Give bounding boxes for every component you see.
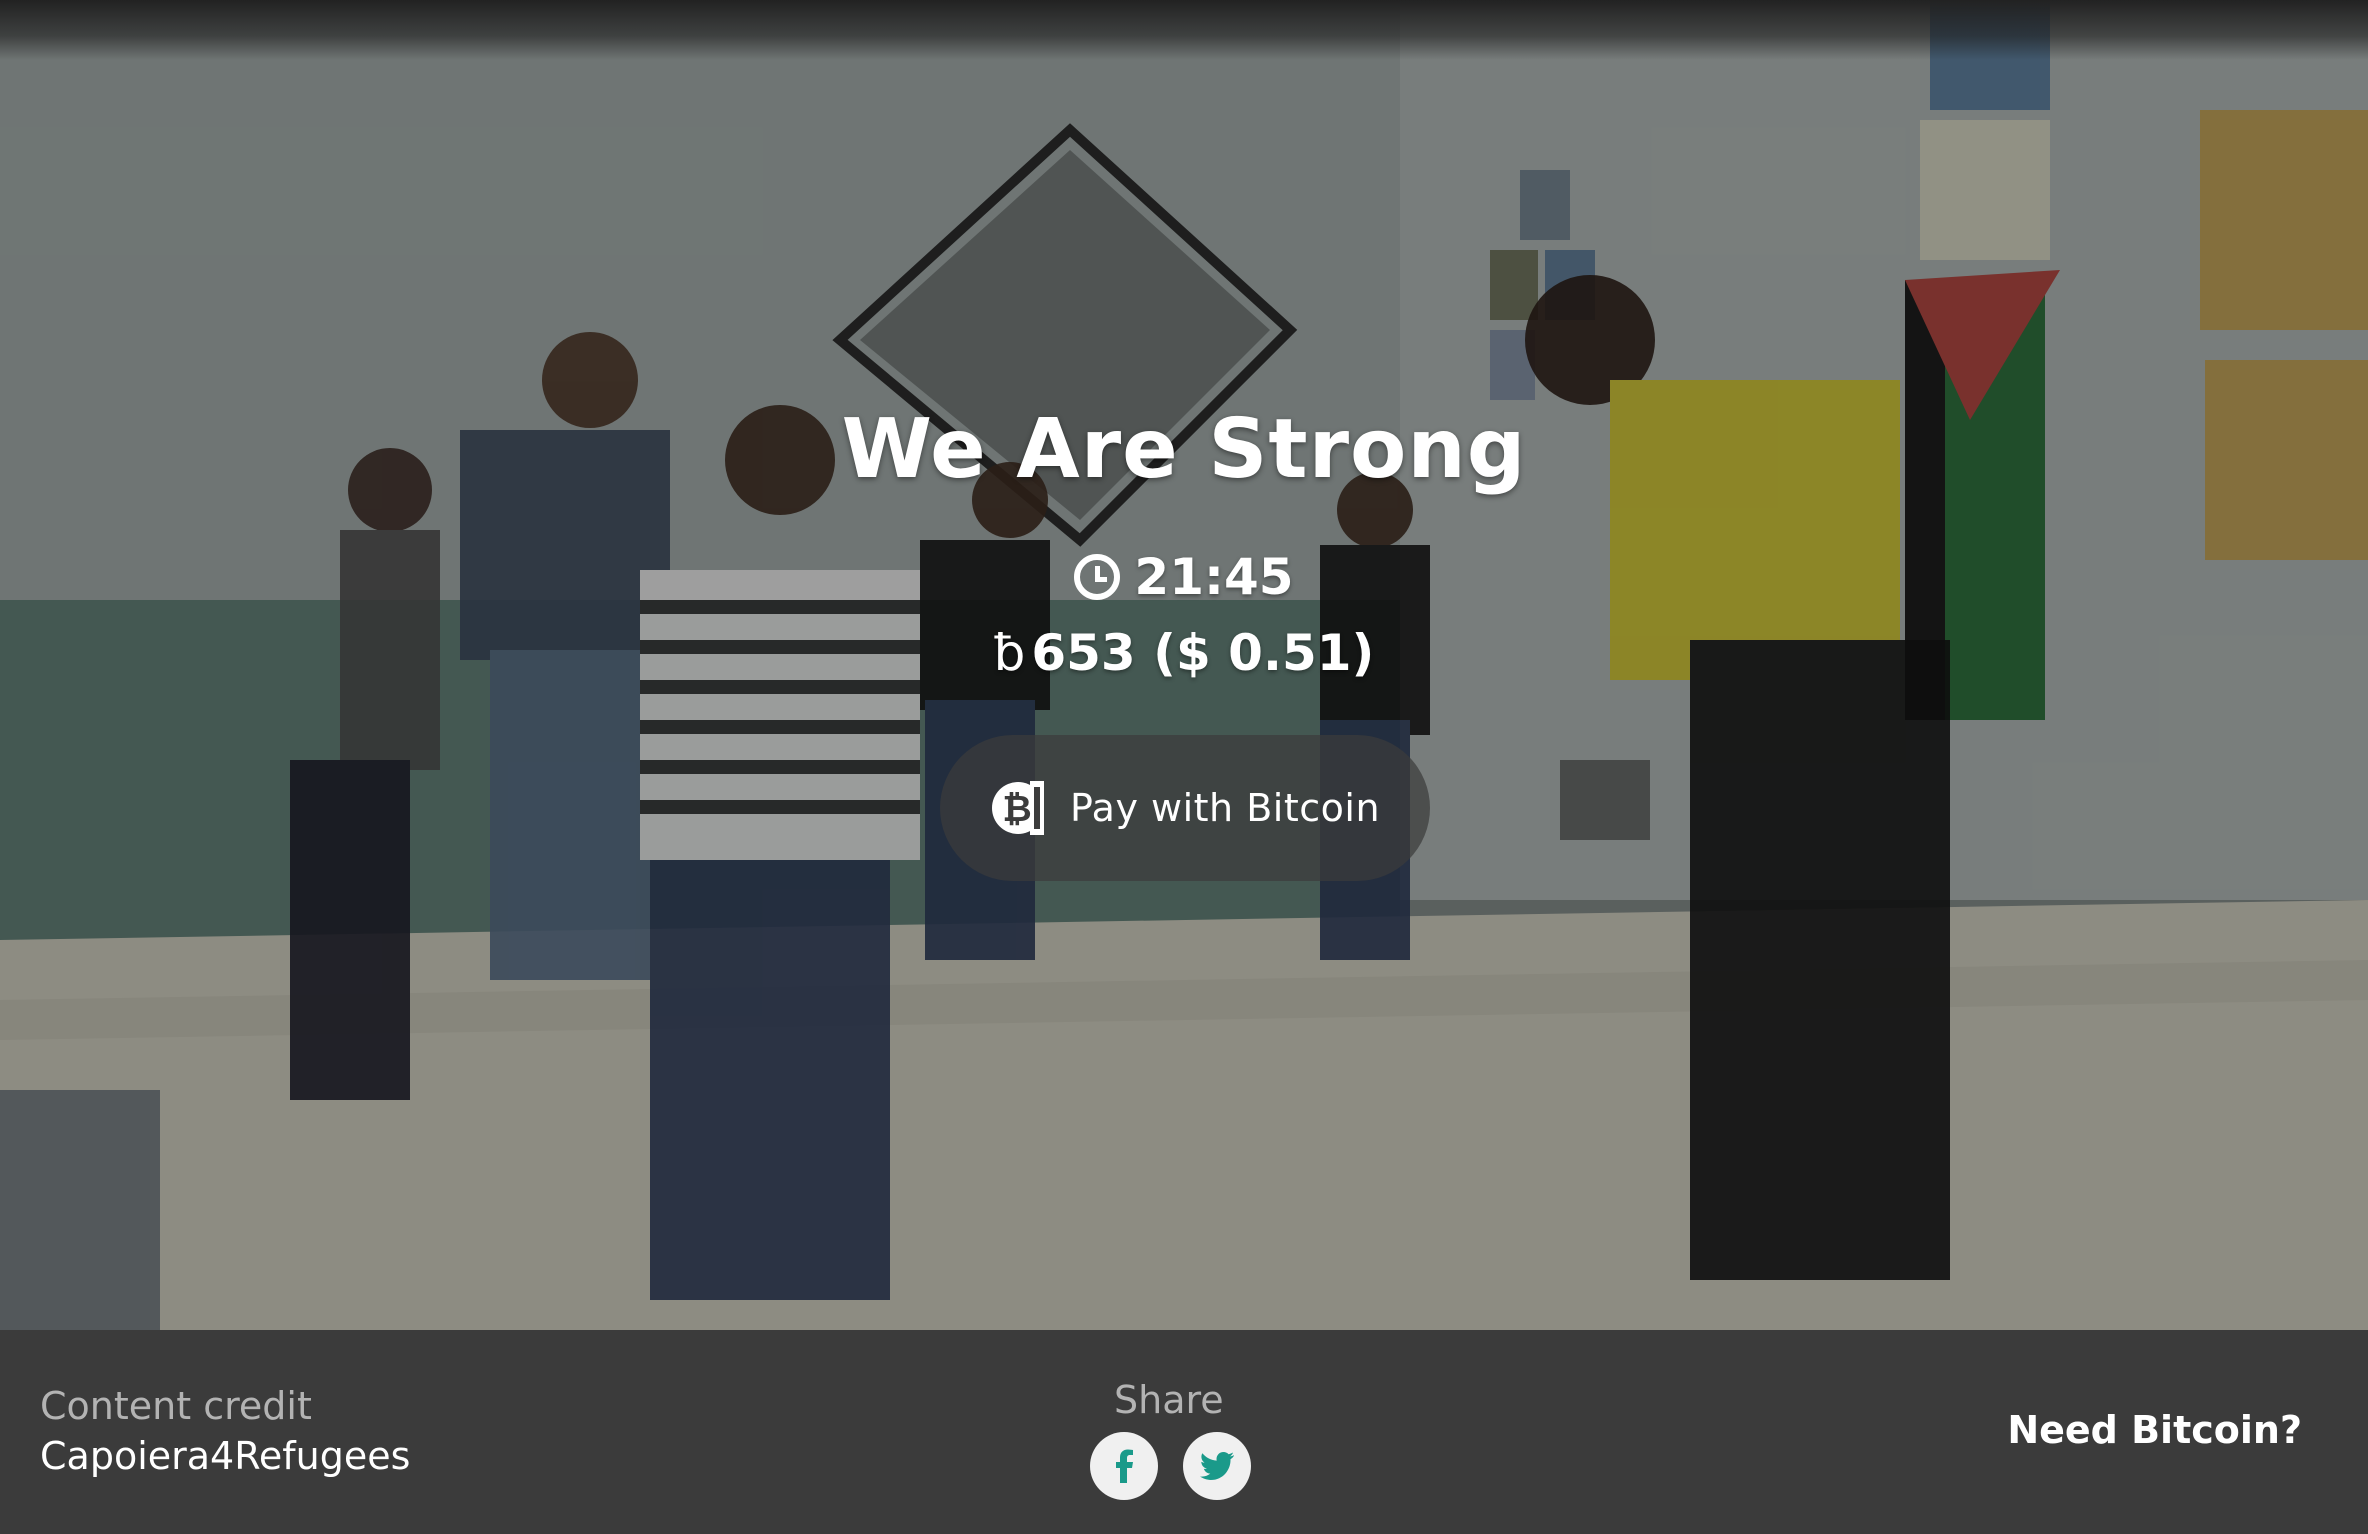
facebook-icon xyxy=(1116,1449,1133,1483)
video-poster[interactable]: We Are Strong 21:45 ƀ 653 ($ 0.51) ₿ Pay … xyxy=(0,0,2368,1330)
pay-with-bitcoin-button[interactable]: ₿ Pay with Bitcoin xyxy=(940,735,1430,881)
content-credit-name: Capoiera4Refugees xyxy=(40,1434,411,1478)
footer-bar: Content credit Capoiera4Refugees Share N… xyxy=(0,1330,2368,1534)
video-title: We Are Strong xyxy=(841,402,1527,497)
video-duration: 21:45 xyxy=(0,548,2368,606)
svg-text:₿: ₿ xyxy=(1002,789,1031,830)
top-shadow xyxy=(0,0,2368,60)
video-price: ƀ 653 ($ 0.51) xyxy=(0,624,2368,682)
clock-icon xyxy=(1074,554,1121,600)
bitcoin-symbol: ƀ xyxy=(993,624,1026,682)
duration-value: 21:45 xyxy=(1134,548,1294,606)
facebook-share-button[interactable] xyxy=(1090,1432,1158,1500)
bitcoin-icon: ₿ xyxy=(991,781,1044,835)
content-credit-label: Content credit xyxy=(40,1384,312,1428)
twitter-share-button[interactable] xyxy=(1183,1432,1251,1500)
share-label: Share xyxy=(1114,1378,1224,1422)
price-value: 653 ($ 0.51) xyxy=(1031,624,1375,682)
pay-button-label: Pay with Bitcoin xyxy=(1069,786,1381,830)
twitter-icon xyxy=(1200,1452,1234,1480)
need-bitcoin-link[interactable]: Need Bitcoin? xyxy=(2007,1408,2302,1452)
